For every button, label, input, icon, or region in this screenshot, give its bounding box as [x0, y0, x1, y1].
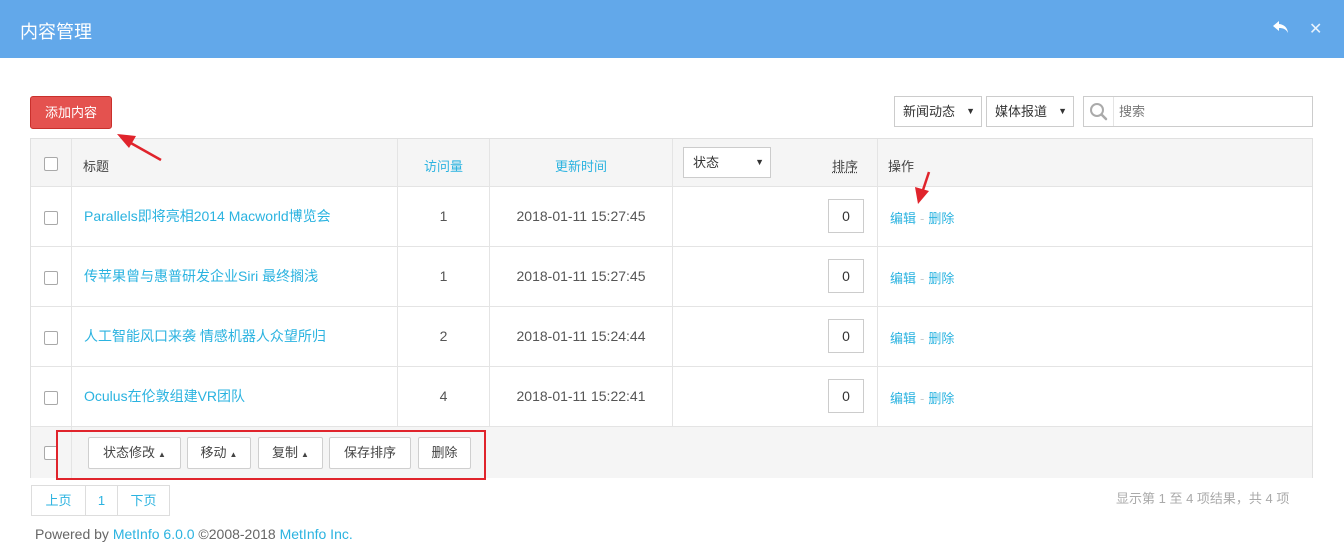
row-visits: 2: [439, 328, 448, 344]
caret-down-icon: ▼: [1058, 106, 1067, 116]
edit-link[interactable]: 编辑: [890, 271, 916, 286]
content-table: 标题 访问量 更新时间 状态 ▼ 排序 操作 Parallels即将亮相2014…: [30, 138, 1313, 478]
row-checkbox[interactable]: [44, 271, 58, 285]
category-select-value: 新闻动态: [903, 104, 956, 119]
undo-arrow-icon[interactable]: [1272, 18, 1290, 39]
row-updated: 2018-01-11 15:27:45: [516, 268, 646, 284]
prev-page-button[interactable]: 上页: [32, 486, 86, 515]
column-visits-sort[interactable]: 访问量: [398, 156, 489, 175]
row-actions: 编辑 - 删除: [890, 388, 954, 407]
edit-link[interactable]: 编辑: [890, 211, 916, 226]
column-updated-sort[interactable]: 更新时间: [490, 156, 672, 175]
table-header-row: 标题 访问量 更新时间 状态 ▼ 排序 操作: [31, 139, 1312, 187]
row-updated: 2018-01-11 15:24:44: [516, 328, 646, 344]
next-page-button[interactable]: 下页: [118, 486, 169, 515]
row-checkbox[interactable]: [44, 391, 58, 405]
row-updated: 2018-01-11 15:22:41: [516, 388, 646, 404]
add-content-button[interactable]: 添加内容: [30, 96, 112, 129]
footer-copyright: ©2008-2018: [194, 526, 280, 542]
category-select[interactable]: 新闻动态 ▼: [894, 96, 982, 127]
table-row: Oculus在伦敦组建VR团队 4 2018-01-11 15:22:41 0 …: [31, 367, 1312, 427]
window-header: 内容管理 ✕: [0, 0, 1344, 58]
delete-link[interactable]: 删除: [928, 211, 954, 226]
table-row: 人工智能风口来袭 情感机器人众望所归 2 2018-01-11 15:24:44…: [31, 307, 1312, 367]
search-box: [1083, 96, 1313, 127]
action-separator: -: [920, 391, 925, 406]
row-visits: 4: [439, 388, 448, 404]
row-visits: 1: [439, 208, 448, 224]
caret-down-icon: ▼: [966, 106, 975, 116]
row-sort-input[interactable]: 0: [828, 199, 864, 233]
column-sort: 排序: [832, 159, 859, 174]
footer-powered: Powered by: [35, 526, 113, 542]
footer-product-link[interactable]: MetInfo 6.0.0: [113, 526, 195, 542]
edit-link[interactable]: 编辑: [890, 331, 916, 346]
row-sort-input[interactable]: 0: [828, 319, 864, 353]
table-row: Parallels即将亮相2014 Macworld博览会 1 2018-01-…: [31, 187, 1312, 247]
subcategory-select-value: 媒体报道: [995, 104, 1048, 119]
caret-down-icon: ▼: [755, 157, 764, 167]
window-title: 内容管理: [20, 22, 92, 42]
results-summary: 显示第 1 至 4 项结果，共 4 项: [1116, 491, 1290, 506]
subcategory-select[interactable]: 媒体报道 ▼: [986, 96, 1074, 127]
row-updated: 2018-01-11 15:27:45: [516, 208, 646, 224]
delete-link[interactable]: 删除: [928, 271, 954, 286]
select-all-checkbox[interactable]: [44, 157, 58, 171]
action-separator: -: [920, 271, 925, 286]
row-checkbox[interactable]: [44, 211, 58, 225]
page-1-button[interactable]: 1: [86, 486, 118, 515]
row-checkbox[interactable]: [44, 331, 58, 345]
row-actions: 编辑 - 删除: [890, 208, 954, 227]
row-actions: 编辑 - 删除: [890, 268, 954, 287]
pagination: 上页 1 下页: [31, 485, 170, 516]
row-title-link[interactable]: 人工智能风口来袭 情感机器人众望所归: [84, 326, 326, 346]
column-actions: 操作: [888, 159, 915, 174]
close-icon[interactable]: ✕: [1309, 19, 1322, 39]
row-title-link[interactable]: Oculus在伦敦组建VR团队: [84, 386, 245, 406]
status-filter-value: 状态: [693, 155, 720, 170]
action-separator: -: [920, 331, 925, 346]
footer-company-link[interactable]: MetInfo Inc.: [280, 526, 353, 542]
row-sort-input[interactable]: 0: [828, 259, 864, 293]
annotation-highlight-box: [56, 430, 486, 480]
table-row: 传苹果曾与惠普研发企业Siri 最终搁浅 1 2018-01-11 15:27:…: [31, 247, 1312, 307]
action-separator: -: [920, 211, 925, 226]
row-title-link[interactable]: 传苹果曾与惠普研发企业Siri 最终搁浅: [84, 266, 318, 286]
delete-link[interactable]: 删除: [928, 331, 954, 346]
footer: Powered by MetInfo 6.0.0 ©2008-2018 MetI…: [35, 526, 353, 542]
delete-link[interactable]: 删除: [928, 391, 954, 406]
row-visits: 1: [439, 268, 448, 284]
search-icon[interactable]: [1084, 97, 1114, 126]
row-actions: 编辑 - 删除: [890, 328, 954, 347]
row-sort-input[interactable]: 0: [828, 379, 864, 413]
search-input[interactable]: [1117, 101, 1307, 122]
row-title-link[interactable]: Parallels即将亮相2014 Macworld博览会: [84, 206, 331, 226]
edit-link[interactable]: 编辑: [890, 391, 916, 406]
column-title: 标题: [83, 159, 110, 174]
status-filter-select[interactable]: 状态 ▼: [683, 147, 771, 178]
